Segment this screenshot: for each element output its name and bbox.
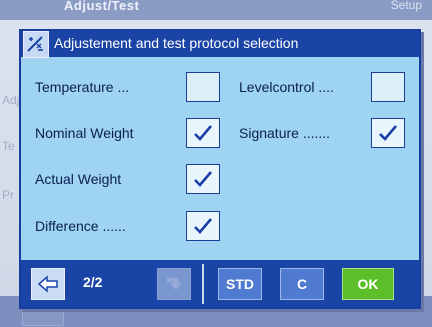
checkmark-icon	[194, 171, 212, 187]
temperature-label: Temperature ...	[35, 79, 130, 95]
levelcontrol-checkbox[interactable]	[371, 72, 405, 102]
background-title: Adjust/Test	[64, 0, 140, 13]
std-button[interactable]: STD	[218, 268, 262, 300]
signature-checkbox[interactable]	[371, 118, 405, 148]
nominal-weight-label: Nominal Weight	[35, 125, 134, 141]
checkmark-icon	[194, 218, 212, 234]
actual-weight-checkbox[interactable]	[186, 164, 220, 194]
ok-button[interactable]: OK	[342, 268, 394, 300]
checkmark-icon	[194, 125, 212, 141]
dialog-header: Adjustement and test protocol selection	[21, 31, 419, 58]
checkmark-icon	[379, 125, 397, 141]
background-label-protocol: Pr	[2, 188, 14, 202]
protocol-selection-dialog: Adjustement and test protocol selection …	[19, 29, 421, 309]
dialog-title: Adjustement and test protocol selection	[54, 35, 299, 51]
dialog-footer: 2/2 STD C OK	[21, 260, 419, 307]
background-titlebar: Adjust/Test Setup	[0, 0, 432, 20]
previous-page-button[interactable]	[31, 268, 65, 300]
difference-checkbox[interactable]	[186, 211, 220, 241]
footer-divider	[202, 264, 204, 304]
adjust-test-icon	[23, 31, 49, 58]
background-title-right: Setup	[390, 0, 422, 12]
c-button[interactable]: C	[280, 268, 324, 300]
arrow-right-down-icon	[167, 278, 182, 290]
background-label-test: Te	[2, 139, 15, 153]
actual-weight-label: Actual Weight	[35, 171, 122, 187]
next-page-button	[157, 268, 191, 300]
nominal-weight-checkbox[interactable]	[186, 118, 220, 148]
signature-label: Signature .......	[239, 125, 331, 141]
levelcontrol-label: Levelcontrol ....	[239, 79, 334, 95]
difference-label: Difference ......	[35, 218, 126, 234]
temperature-checkbox[interactable]	[186, 72, 220, 102]
background-label-adjust: Adj	[2, 93, 20, 107]
arrow-left-icon	[37, 275, 58, 293]
page-indicator: 2/2	[83, 274, 103, 290]
